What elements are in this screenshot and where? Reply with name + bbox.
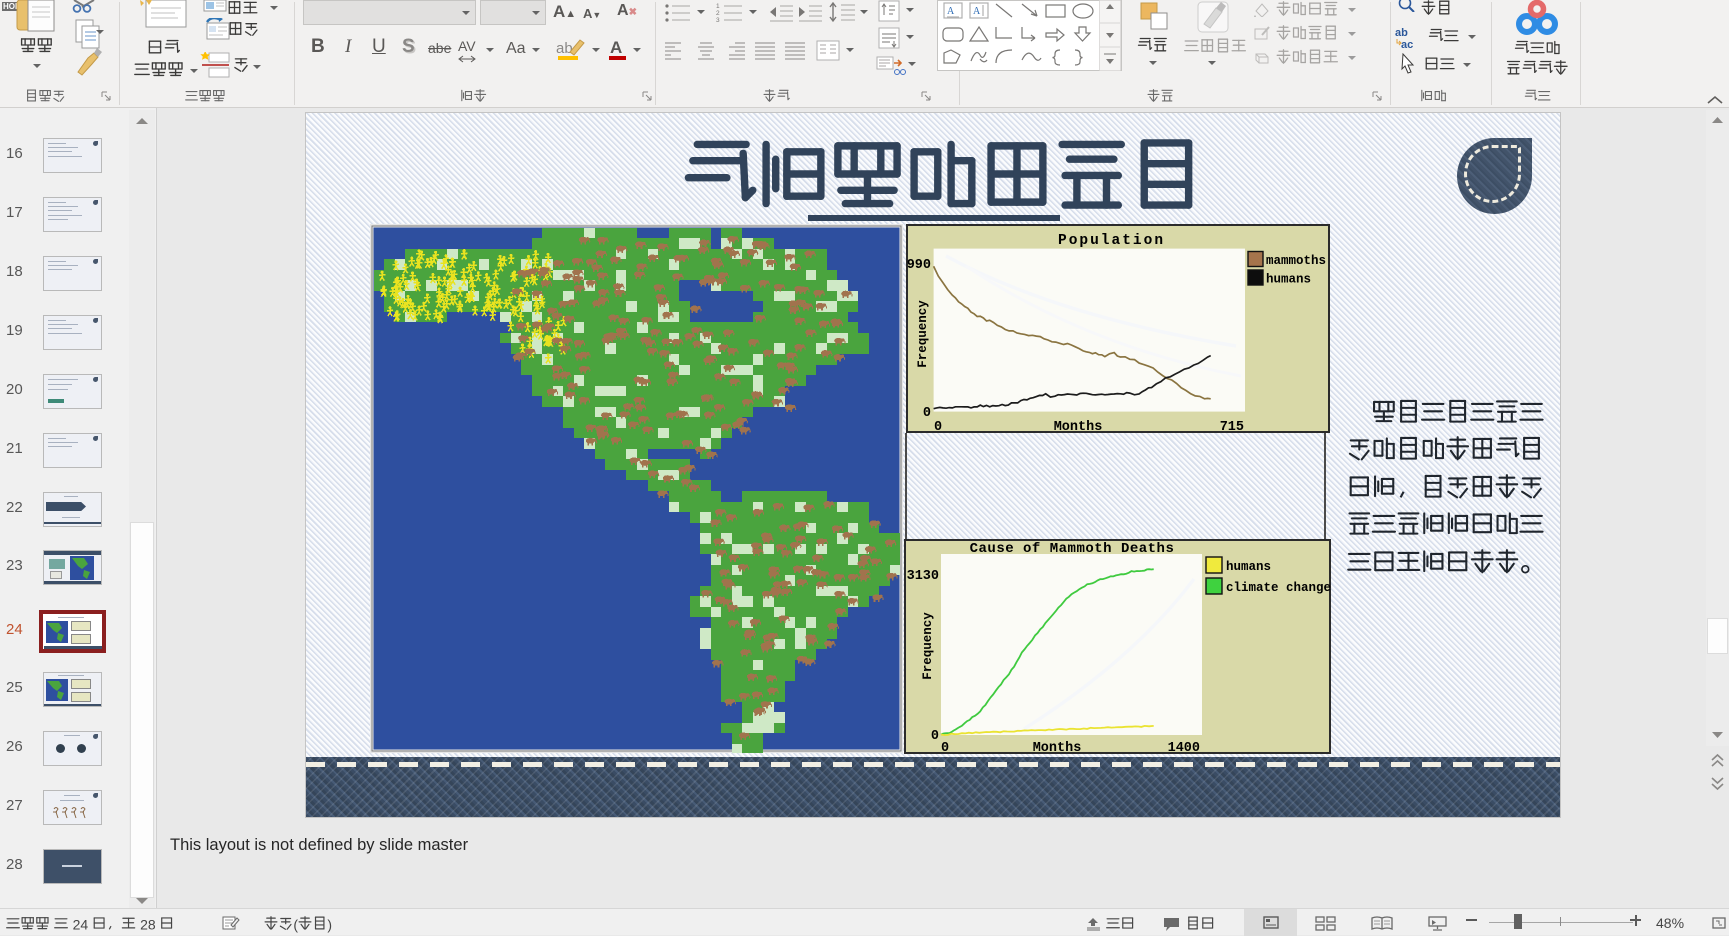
svg-text:990: 990	[907, 258, 931, 273]
svg-text:(: (	[293, 916, 298, 932]
svg-text:4: 4	[80, 916, 88, 932]
svg-text:ab: ab	[556, 40, 573, 57]
svg-text:mammoths: mammoths	[1266, 254, 1326, 268]
svg-text:8: 8	[148, 916, 156, 932]
svg-text:): )	[327, 916, 332, 932]
svg-text:2: 2	[140, 916, 148, 932]
svg-text:1400: 1400	[1168, 741, 1200, 754]
svg-text:A: A	[947, 6, 955, 17]
svg-text:3: 3	[716, 17, 720, 24]
svg-text:Months: Months	[1054, 420, 1103, 433]
svg-text:climate change: climate change	[1226, 581, 1331, 595]
svg-text:humans: humans	[1226, 560, 1271, 574]
svg-text:2: 2	[73, 916, 81, 932]
svg-text:715: 715	[1220, 420, 1244, 433]
svg-text:Months: Months	[1033, 741, 1082, 754]
svg-text:Population: Population	[1058, 233, 1165, 249]
svg-text:A: A	[973, 6, 981, 17]
svg-text:humans: humans	[1266, 273, 1311, 287]
svg-text:Frequency: Frequency	[921, 612, 935, 680]
svg-text:3130: 3130	[907, 569, 939, 584]
svg-text:0: 0	[931, 729, 939, 744]
svg-text:Cause of Mammoth Deaths: Cause of Mammoth Deaths	[970, 541, 1175, 557]
svg-text:ac: ac	[1401, 39, 1413, 50]
svg-text:1: 1	[716, 3, 720, 10]
svg-text:Frequency: Frequency	[916, 300, 930, 368]
svg-text:0: 0	[934, 420, 942, 433]
svg-text:2: 2	[716, 10, 720, 17]
svg-text:0: 0	[941, 741, 949, 754]
svg-text:ab: ab	[1395, 27, 1408, 39]
svg-text:0: 0	[923, 406, 931, 421]
